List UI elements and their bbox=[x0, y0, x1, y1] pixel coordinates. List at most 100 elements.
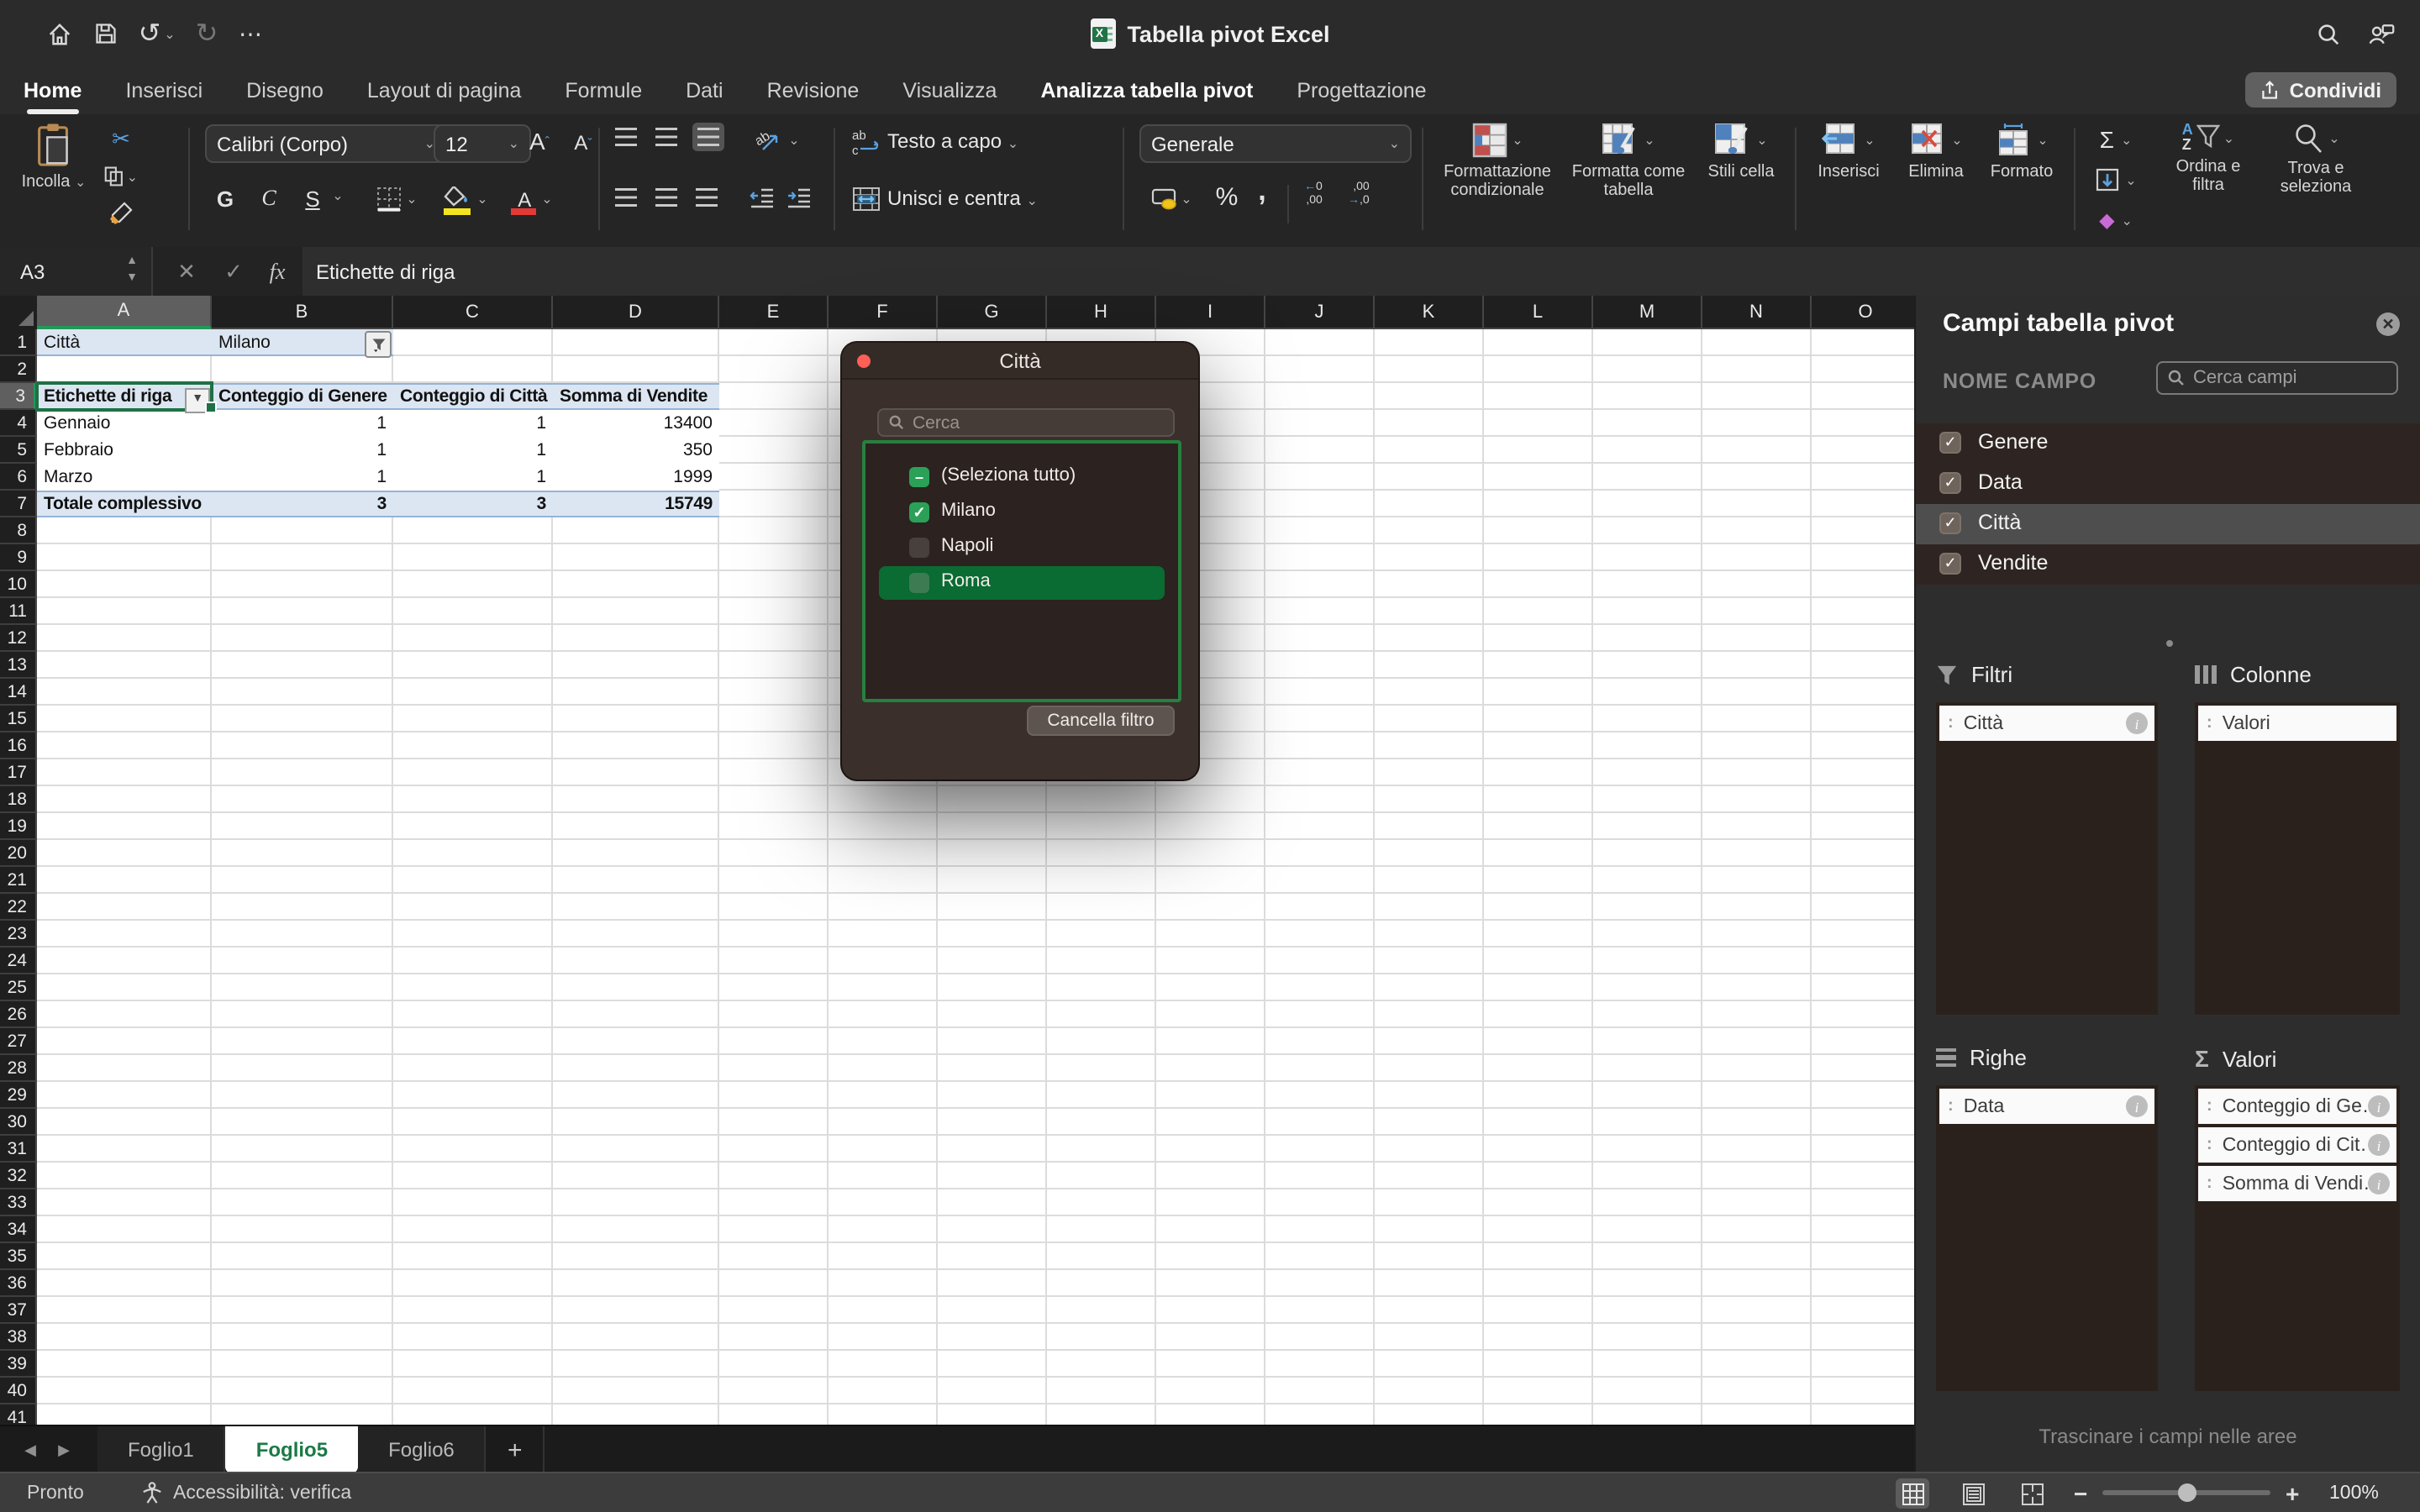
bold-button[interactable]: G bbox=[208, 181, 242, 215]
pivot-cell-B4[interactable]: 1 bbox=[212, 410, 393, 437]
name-box-spinner[interactable]: ▲▼ bbox=[126, 254, 138, 287]
row-header-17[interactable]: 17 bbox=[0, 759, 37, 786]
drag-grip-icon[interactable]: : bbox=[2207, 1098, 2212, 1115]
pivot-cell-D6[interactable]: 1999 bbox=[553, 464, 719, 491]
row-header-33[interactable]: 33 bbox=[0, 1189, 37, 1216]
column-header-d[interactable]: D bbox=[553, 296, 719, 329]
pivot-total-C7[interactable]: 3 bbox=[393, 491, 553, 517]
area-pill-citt[interactable]: :Cittài bbox=[1939, 706, 2154, 741]
page-break-view-icon[interactable] bbox=[2015, 1478, 2049, 1509]
cut-button[interactable]: ✂ bbox=[104, 126, 138, 153]
info-icon[interactable]: i bbox=[2126, 712, 2148, 734]
tab-formule[interactable]: Formule bbox=[565, 79, 642, 102]
pivot-cell-A6[interactable]: Marzo bbox=[37, 464, 212, 491]
cell-filter-label[interactable]: Città bbox=[37, 329, 212, 356]
sheet-tab-foglio1[interactable]: Foglio1 bbox=[97, 1426, 226, 1473]
cancel-icon[interactable]: ✕ bbox=[168, 247, 205, 296]
normal-view-icon[interactable] bbox=[1896, 1478, 1929, 1509]
selection-fill-handle[interactable] bbox=[205, 402, 217, 413]
format-painter-button[interactable] bbox=[104, 200, 138, 227]
column-header-m[interactable]: M bbox=[1593, 296, 1702, 329]
italic-button[interactable]: C bbox=[252, 181, 286, 215]
row-header-5[interactable]: 5 bbox=[0, 437, 37, 464]
clear-button[interactable]: ◆⌄ bbox=[2087, 205, 2144, 235]
add-sheet-button[interactable]: + bbox=[487, 1426, 545, 1473]
row-header-24[interactable]: 24 bbox=[0, 948, 37, 974]
tab-progettazione[interactable]: Progettazione bbox=[1297, 79, 1426, 102]
tab-layout-di-pagina[interactable]: Layout di pagina bbox=[367, 79, 522, 102]
increase-decimal-button[interactable]: ←0,00 bbox=[1304, 181, 1323, 208]
dialog-close-icon[interactable] bbox=[857, 354, 871, 368]
autosum-button[interactable]: Σ⌄ bbox=[2087, 124, 2144, 155]
row-header-21[interactable]: 21 bbox=[0, 867, 37, 894]
row-header-10[interactable]: 10 bbox=[0, 571, 37, 598]
checkbox-roma[interactable] bbox=[909, 573, 929, 593]
tab-home[interactable]: Home bbox=[24, 79, 82, 102]
column-header-e[interactable]: E bbox=[719, 296, 829, 329]
panel-close-icon[interactable]: ✕ bbox=[2376, 312, 2400, 336]
column-header-f[interactable]: F bbox=[829, 296, 938, 329]
columns-drop-area[interactable]: :Valori bbox=[2195, 702, 2400, 1015]
number-format-select[interactable]: Generale⌄ bbox=[1139, 124, 1412, 163]
column-header-g[interactable]: G bbox=[938, 296, 1047, 329]
row-header-1[interactable]: 1 bbox=[0, 329, 37, 356]
underline-button[interactable]: S bbox=[296, 181, 329, 215]
pivot-header-somma-di-vendite[interactable]: Somma di Vendite bbox=[553, 383, 719, 410]
accessibility-status[interactable]: Accessibilità: verifica bbox=[141, 1473, 351, 1512]
cell-filter-value[interactable]: Milano bbox=[212, 329, 393, 356]
fx-icon[interactable]: fx bbox=[259, 247, 296, 296]
filter-item-napoli[interactable]: Napoli bbox=[865, 531, 1178, 564]
checkbox-milano[interactable]: ✓ bbox=[909, 502, 929, 522]
pivot-total-B7[interactable]: 3 bbox=[212, 491, 393, 517]
zoom-in-icon[interactable]: + bbox=[2286, 1473, 2299, 1512]
row-header-15[interactable]: 15 bbox=[0, 706, 37, 732]
row-header-22[interactable]: 22 bbox=[0, 894, 37, 921]
align-right-icon[interactable] bbox=[696, 188, 718, 207]
row-header-14[interactable]: 14 bbox=[0, 679, 37, 706]
area-pill-valori[interactable]: :Valori bbox=[2198, 706, 2396, 741]
row-header-37[interactable]: 37 bbox=[0, 1297, 37, 1324]
row-header-12[interactable]: 12 bbox=[0, 625, 37, 652]
align-left-icon[interactable] bbox=[615, 188, 637, 207]
pivot-cell-C6[interactable]: 1 bbox=[393, 464, 553, 491]
area-pill-conteggio-di-ge[interactable]: :Conteggio di Ge…i bbox=[2198, 1089, 2396, 1124]
dialog-search-input[interactable]: Cerca bbox=[877, 408, 1175, 437]
page-layout-view-icon[interactable] bbox=[1956, 1478, 1990, 1509]
align-top-icon[interactable] bbox=[615, 128, 637, 146]
pivot-header-conteggio-di-citt[interactable]: Conteggio di Città bbox=[393, 383, 553, 410]
field-item-data[interactable]: ✓Data bbox=[1916, 464, 2420, 504]
delete-cells-button[interactable]: ⌄ Elimina bbox=[1896, 123, 1976, 181]
row-header-9[interactable]: 9 bbox=[0, 544, 37, 571]
pivot-cell-D4[interactable]: 13400 bbox=[553, 410, 719, 437]
filters-drop-area[interactable]: :Cittài bbox=[1936, 702, 2158, 1015]
tab-disegno[interactable]: Disegno bbox=[246, 79, 324, 102]
underline-chevron-icon[interactable]: ⌄ bbox=[329, 188, 346, 203]
info-icon[interactable]: i bbox=[2126, 1095, 2148, 1117]
column-header-i[interactable]: I bbox=[1156, 296, 1265, 329]
column-header-l[interactable]: L bbox=[1484, 296, 1593, 329]
column-header-h[interactable]: H bbox=[1047, 296, 1156, 329]
sheet-tab-foglio6[interactable]: Foglio6 bbox=[358, 1426, 487, 1473]
area-pill-conteggio-di-cit[interactable]: :Conteggio di Cit…i bbox=[2198, 1127, 2396, 1163]
values-drop-area[interactable]: :Conteggio di Ge…i:Conteggio di Cit…i:So… bbox=[2195, 1085, 2400, 1391]
info-icon[interactable]: i bbox=[2368, 1134, 2390, 1156]
pivot-cell-B5[interactable]: 1 bbox=[212, 437, 393, 464]
pivot-cell-A5[interactable]: Febbraio bbox=[37, 437, 212, 464]
field-checkbox-data[interactable]: ✓ bbox=[1939, 472, 1961, 494]
copy-button[interactable]: ⌄ bbox=[104, 163, 138, 190]
field-checkbox-genere[interactable]: ✓ bbox=[1939, 432, 1961, 454]
paste-button[interactable]: Incolla ⌄ bbox=[13, 123, 94, 192]
pivot-header-conteggio-di-genere[interactable]: Conteggio di Genere bbox=[212, 383, 393, 410]
row-header-23[interactable]: 23 bbox=[0, 921, 37, 948]
field-item-vendite[interactable]: ✓Vendite bbox=[1916, 544, 2420, 585]
zoom-out-icon[interactable]: − bbox=[2074, 1473, 2087, 1512]
panel-resize-dot[interactable] bbox=[2166, 640, 2173, 647]
comma-style-button[interactable]: , bbox=[1250, 175, 1274, 208]
sheet-tab-foglio5[interactable]: Foglio5 bbox=[226, 1426, 358, 1473]
area-pill-data[interactable]: :Datai bbox=[1939, 1089, 2154, 1124]
select-all-corner[interactable] bbox=[0, 296, 39, 331]
filter-item-seleziona-tutto[interactable]: –(Seleziona tutto) bbox=[865, 460, 1178, 494]
pivot-total-D7[interactable]: 15749 bbox=[553, 491, 719, 517]
area-pill-somma-di-vendi[interactable]: :Somma di Vendi…i bbox=[2198, 1166, 2396, 1201]
tab-revisione[interactable]: Revisione bbox=[767, 79, 860, 102]
